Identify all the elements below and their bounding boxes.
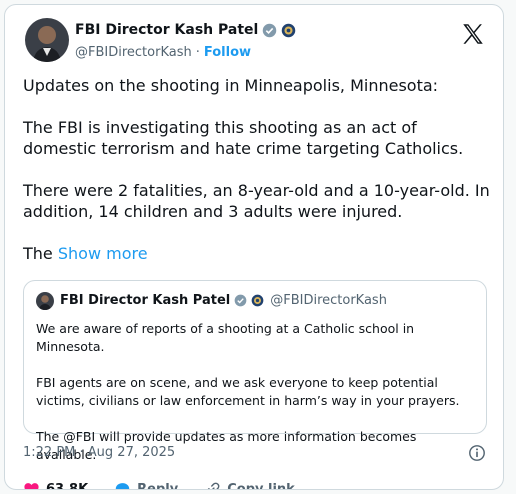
heart-icon [24, 483, 39, 489]
author-handle-row: @FBIDirectorKash · Follow [75, 45, 251, 60]
author-avatar[interactable] [25, 18, 69, 62]
post-truncated-paragraph: The Show more [23, 243, 493, 264]
verified-badge-icon [234, 294, 247, 307]
author-name-row: FBI Director Kash Patel [75, 22, 296, 38]
quoted-author-name: FBI Director Kash Patel [60, 293, 231, 308]
follow-button[interactable]: Follow [204, 45, 251, 60]
like-button[interactable]: 63.8K [23, 481, 89, 490]
post-body: Updates on the shooting in Minneapolis, … [23, 75, 493, 285]
government-seal-icon [251, 294, 264, 307]
government-seal-icon [282, 23, 296, 37]
quoted-author-handle: @FBIDirectorKash [270, 293, 387, 308]
quoted-author-avatar [36, 292, 54, 310]
embedded-post-card: FBI Director Kash Patel @FBIDirectorKash… [4, 4, 504, 490]
post-paragraph: The FBI is investigating this shooting a… [23, 118, 464, 158]
like-count: 63.8K [46, 482, 89, 490]
post-paragraph: There were 2 fatalities, an 8-year-old a… [23, 181, 490, 221]
quoted-paragraph: FBI agents are on scene, and we ask ever… [36, 375, 460, 408]
copy-link-label: Copy link [227, 482, 295, 490]
copy-link-button[interactable]: Copy link [204, 481, 295, 490]
author-name[interactable]: FBI Director Kash Patel [75, 22, 258, 38]
truncated-text: The [23, 244, 53, 263]
handle-separator: · [195, 45, 200, 60]
reply-button[interactable]: Reply [114, 481, 179, 490]
show-more-link[interactable]: Show more [58, 244, 148, 263]
x-logo-icon[interactable] [460, 21, 486, 47]
verified-badge-icon [263, 23, 277, 37]
quoted-header: FBI Director Kash Patel @FBIDirectorKash [60, 293, 387, 308]
author-handle[interactable]: @FBIDirectorKash [75, 45, 192, 60]
post-paragraph: Updates on the shooting in Minneapolis, … [23, 76, 439, 95]
reply-label: Reply [137, 482, 179, 490]
action-bar: 63.8K Reply Copy link [23, 481, 321, 490]
info-icon[interactable] [468, 444, 486, 462]
reply-bubble-icon [115, 483, 130, 489]
link-icon [207, 482, 220, 489]
quoted-post[interactable]: FBI Director Kash Patel @FBIDirectorKash… [23, 280, 487, 462]
quoted-paragraph: We are aware of reports of a shooting at… [36, 321, 415, 354]
post-timestamp[interactable]: 1:22 PM · Aug 27, 2025 [23, 445, 175, 460]
